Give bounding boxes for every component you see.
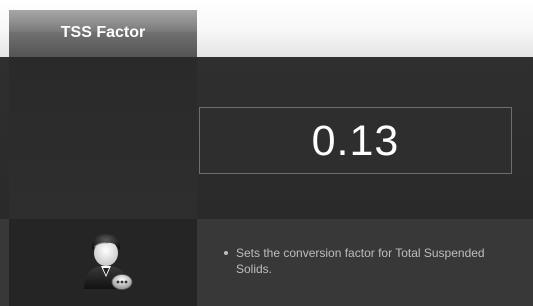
tab-label: TSS Factor <box>60 23 146 41</box>
tss-factor-value-field[interactable]: 0.13 <box>199 107 512 174</box>
tss-factor-value: 0.13 <box>311 117 400 165</box>
help-list: Sets the conversion factor for Total Sus… <box>222 245 522 277</box>
help-item: Sets the conversion factor for Total Sus… <box>222 245 522 277</box>
left-column <box>9 57 197 219</box>
help-text: Sets the conversion factor for Total Sus… <box>222 245 522 277</box>
user-support-icon <box>84 234 133 290</box>
tab-tss-factor[interactable]: TSS Factor <box>9 10 197 57</box>
